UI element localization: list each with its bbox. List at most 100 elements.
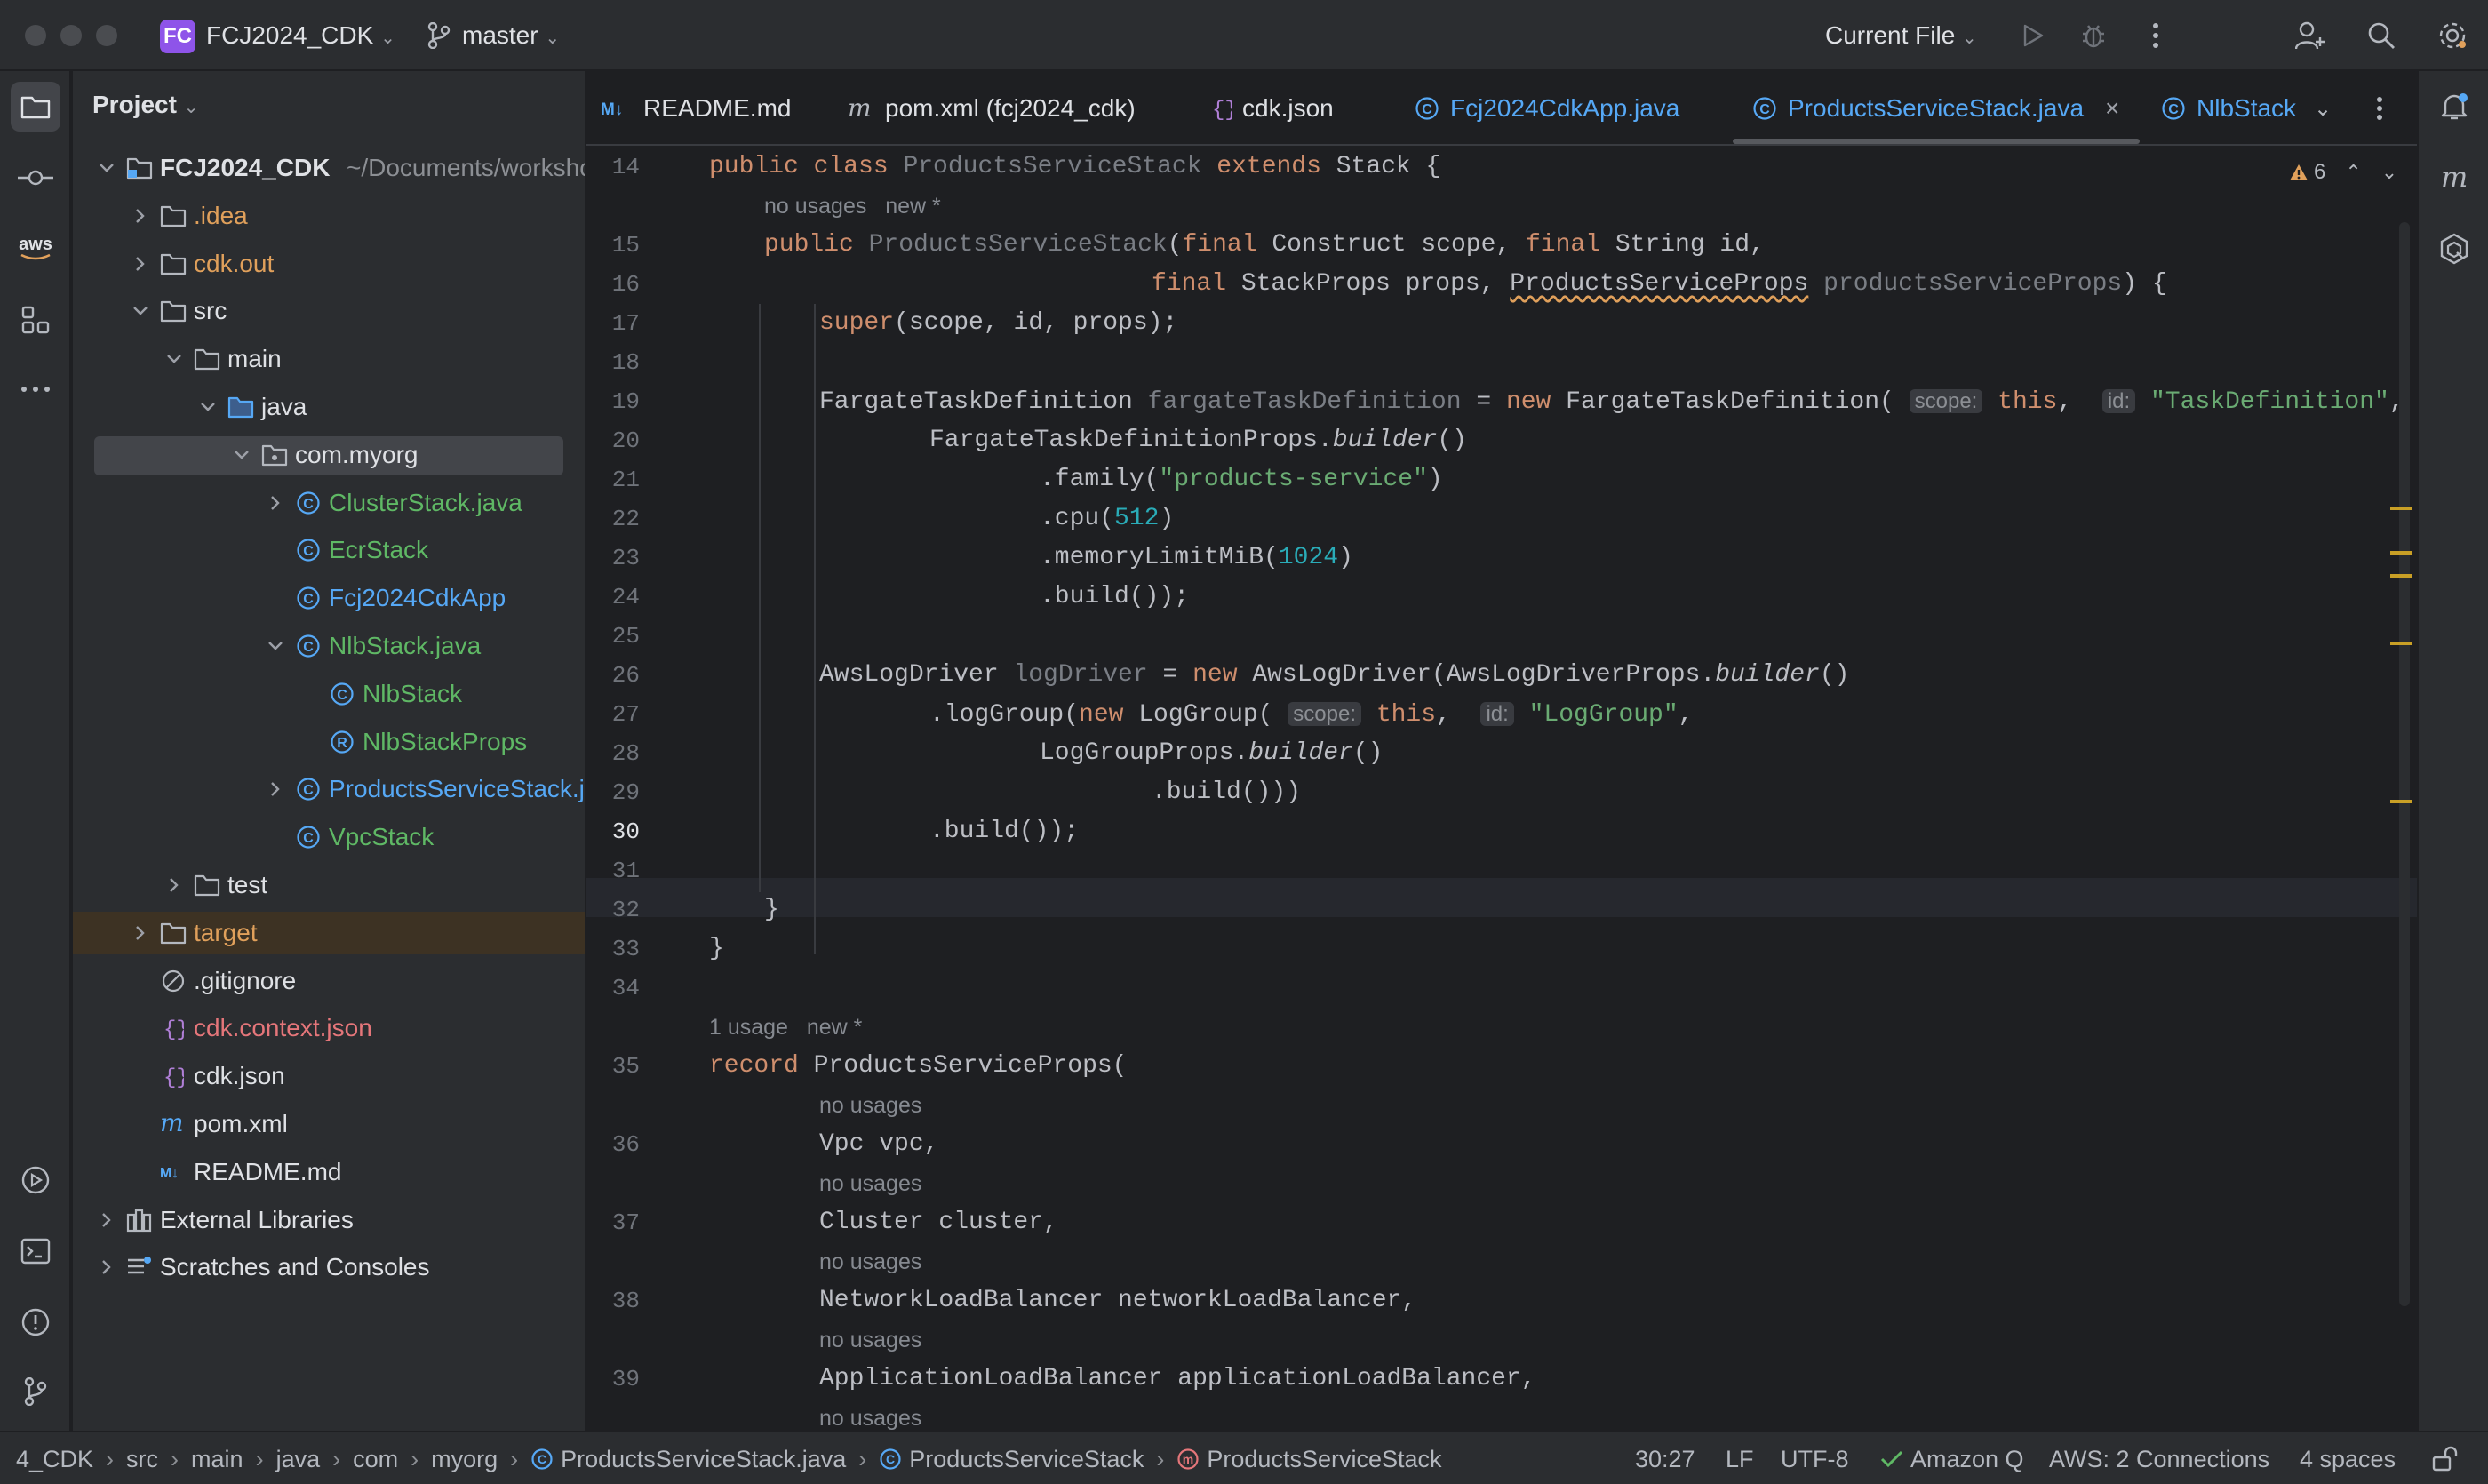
line-separator[interactable]: LF xyxy=(1726,1432,1754,1484)
close-tab-icon[interactable]: × xyxy=(2105,94,2119,123)
chevron-right-icon[interactable] xyxy=(130,912,151,954)
debug-button[interactable] xyxy=(2076,18,2111,53)
tab-cdk-json[interactable]: {} cdk.json xyxy=(1212,71,1334,146)
breadcrumb-item[interactable]: ProductsServiceStack.java xyxy=(561,1432,846,1484)
notifications-button[interactable] xyxy=(2429,82,2479,132)
chevron-right-icon[interactable] xyxy=(265,768,286,810)
chevron-down-icon[interactable] xyxy=(96,147,117,189)
amazon-q-status[interactable]: Amazon Q xyxy=(1880,1432,2024,1484)
tree-item-cdk-json[interactable]: {} cdk.json xyxy=(73,1055,585,1097)
line-number[interactable]: 26 xyxy=(586,656,640,695)
line-number[interactable]: 18 xyxy=(586,343,640,382)
breadcrumb-item[interactable]: myorg xyxy=(431,1432,498,1484)
tree-item-src[interactable]: src xyxy=(73,290,585,332)
branch-selector[interactable]: master ⌄ xyxy=(462,20,560,54)
caret-position[interactable]: 30:27 xyxy=(1635,1432,1695,1484)
code-vision-hint[interactable]: no usages xyxy=(819,1320,921,1360)
tree-item-nlbstack[interactable]: C NlbStack xyxy=(73,673,585,715)
code-vision-hint[interactable]: no usages xyxy=(819,1399,921,1431)
editor-scrollbar[interactable] xyxy=(2399,222,2410,1306)
structure-tool-button[interactable] xyxy=(11,295,60,345)
problems-tool-button[interactable] xyxy=(11,1297,60,1347)
warning-marker[interactable] xyxy=(2390,551,2412,555)
tree-item-target[interactable]: target xyxy=(73,911,585,954)
tab-readme[interactable]: M↓ README.md xyxy=(601,71,791,146)
chevron-down-icon[interactable] xyxy=(197,386,219,428)
chevron-right-icon[interactable] xyxy=(163,864,185,906)
read-only-toggle[interactable] xyxy=(2431,1432,2458,1484)
code-vision-hint[interactable]: no usages new * xyxy=(764,187,941,226)
tree-item-scratches-and-consoles[interactable]: Scratches and Consoles xyxy=(73,1246,585,1289)
line-number[interactable]: 32 xyxy=(586,890,640,929)
line-number[interactable]: 28 xyxy=(586,734,640,773)
breadcrumb-item[interactable]: 4_CDK xyxy=(16,1432,93,1484)
settings-gear-icon[interactable] xyxy=(2435,18,2470,53)
tree-item-pom-xml[interactable]: m pom.xml xyxy=(73,1103,585,1145)
terminal-tool-button[interactable] xyxy=(11,1226,60,1276)
maven-tool-button[interactable]: m xyxy=(2429,153,2479,203)
chevron-down-icon[interactable] xyxy=(130,290,151,332)
chevron-down-icon[interactable] xyxy=(265,625,286,667)
tree-item-ecrstack[interactable]: C EcrStack xyxy=(73,529,585,571)
chevron-down-icon[interactable] xyxy=(163,338,185,380)
line-number[interactable]: 35 xyxy=(586,1047,640,1086)
tree-item-gitignore[interactable]: .gitignore xyxy=(73,960,585,1002)
line-number[interactable]: 34 xyxy=(586,969,640,1008)
tree-item-vpcstack[interactable]: C VpcStack xyxy=(73,816,585,858)
breadcrumb-item[interactable]: ProductsServiceStack xyxy=(1207,1432,1441,1484)
tree-item-cdk-out[interactable]: cdk.out xyxy=(73,243,585,285)
line-number[interactable]: 38 xyxy=(586,1281,640,1320)
line-number[interactable]: 23 xyxy=(586,539,640,578)
code-vision-hint[interactable]: no usages xyxy=(819,1242,921,1281)
commit-tool-button[interactable] xyxy=(11,153,60,203)
line-number[interactable]: 14 xyxy=(586,148,640,187)
tab-list-dropdown[interactable]: ⌄ xyxy=(2314,71,2332,146)
chevron-right-icon[interactable] xyxy=(96,1246,117,1289)
tab-pom[interactable]: m pom.xml (fcj2024_cdk) xyxy=(848,71,1136,146)
warning-marker[interactable] xyxy=(2390,574,2412,578)
tree-item-java[interactable]: java xyxy=(73,386,585,428)
tree-item-clusterstack-java[interactable]: C ClusterStack.java xyxy=(73,482,585,524)
code-text[interactable]: public class ProductsServiceStack extend… xyxy=(709,148,2404,1431)
line-number[interactable]: 29 xyxy=(586,773,640,812)
breadcrumb-item[interactable]: main xyxy=(191,1432,243,1484)
warning-marker[interactable] xyxy=(2390,642,2412,645)
chevron-right-icon[interactable] xyxy=(265,482,286,524)
amazon-q-button[interactable] xyxy=(2429,224,2479,274)
line-number[interactable]: 22 xyxy=(586,499,640,539)
tree-item-idea[interactable]: .idea xyxy=(73,195,585,237)
project-panel-header[interactable]: Project ⌄ xyxy=(92,91,198,119)
tree-item-nlbstackprops[interactable]: R NlbStackProps xyxy=(73,721,585,763)
tree-item-external-libraries[interactable]: External Libraries xyxy=(73,1199,585,1241)
services-tool-button[interactable] xyxy=(11,1155,60,1205)
run-configuration-selector[interactable]: Current File ⌄ xyxy=(1825,20,1977,54)
warning-marker[interactable] xyxy=(2390,507,2412,510)
line-number[interactable]: 24 xyxy=(586,578,640,617)
line-number[interactable]: 39 xyxy=(586,1360,640,1399)
run-button[interactable] xyxy=(2015,18,2051,53)
tree-item-com-myorg[interactable]: com.myorg xyxy=(73,434,585,476)
line-number[interactable]: 30 xyxy=(586,812,640,851)
line-number[interactable]: 15 xyxy=(586,226,640,265)
tab-more-actions[interactable] xyxy=(2376,71,2383,146)
tree-item-main[interactable]: main xyxy=(73,338,585,380)
tab-nlbstack[interactable]: C NlbStack xyxy=(2161,71,2296,146)
chevron-right-icon[interactable] xyxy=(96,1199,117,1241)
tree-item-productsservicestack-java[interactable]: C ProductsServiceStack.java xyxy=(73,768,585,810)
code-vision-hint[interactable]: 1 usage new * xyxy=(709,1008,862,1047)
more-actions-icon[interactable] xyxy=(2138,18,2173,53)
maximize-window-button[interactable] xyxy=(96,25,117,46)
chevron-right-icon[interactable] xyxy=(130,195,151,237)
line-number[interactable]: 31 xyxy=(586,851,640,890)
line-number[interactable]: 19 xyxy=(586,382,640,421)
breadcrumb-item[interactable]: ProductsServiceStack xyxy=(909,1432,1144,1484)
minimize-window-button[interactable] xyxy=(60,25,82,46)
tree-item-test[interactable]: test xyxy=(73,864,585,906)
tree-item-readme-md[interactable]: M↓ README.md xyxy=(73,1151,585,1193)
project-tool-button[interactable] xyxy=(11,82,60,132)
git-tool-button[interactable] xyxy=(11,1367,60,1416)
line-number[interactable]: 37 xyxy=(586,1203,640,1242)
aws-toolkit-button[interactable]: aws xyxy=(11,224,60,274)
tab-productsservicestack[interactable]: C ProductsServiceStack.java × xyxy=(1752,71,2119,146)
line-number[interactable]: 16 xyxy=(586,265,640,304)
